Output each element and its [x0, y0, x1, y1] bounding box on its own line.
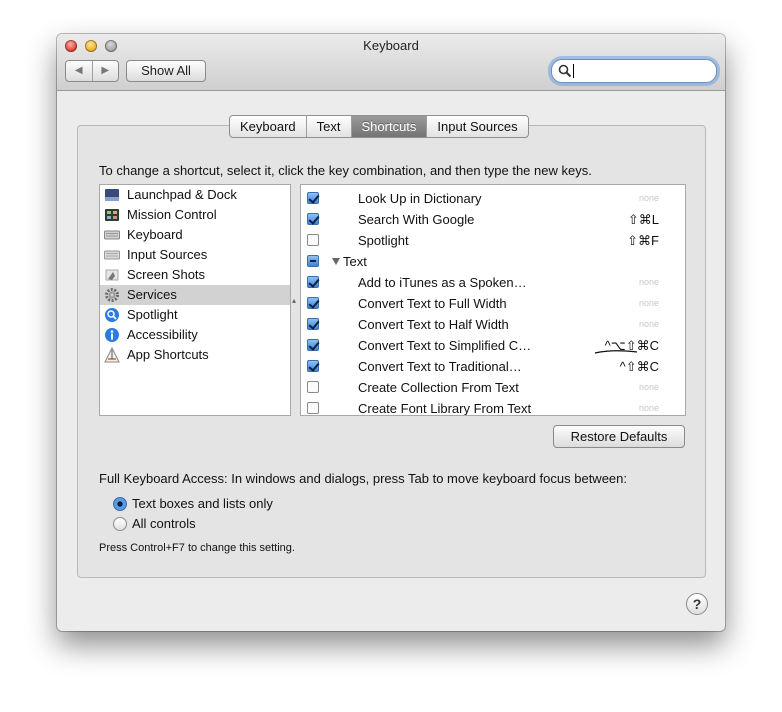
tab-input-sources[interactable]: Input Sources	[427, 116, 527, 137]
radio-text-boxes-lists[interactable]	[113, 497, 127, 511]
service-name: Add to iTunes as a Spoken…	[358, 275, 527, 290]
service-row[interactable]: Spotlight ⇧⌘F	[301, 230, 685, 251]
category-input-sources[interactable]: Input Sources	[100, 245, 290, 265]
category-label: Mission Control	[127, 207, 217, 222]
service-shortcut[interactable]: none	[639, 188, 659, 209]
search-icon	[558, 64, 572, 78]
service-name: Look Up in Dictionary	[358, 191, 482, 206]
show-all-button[interactable]: Show All	[126, 60, 206, 82]
category-label: Services	[127, 287, 177, 302]
category-screen-shots[interactable]: Screen Shots	[100, 265, 290, 285]
category-mission-control[interactable]: Mission Control	[100, 205, 290, 225]
category-label: Launchpad & Dock	[127, 187, 237, 202]
full-keyboard-access-label: Full Keyboard Access: In windows and dia…	[99, 471, 627, 486]
service-name: Search With Google	[358, 212, 475, 227]
restore-defaults-button[interactable]: Restore Defaults	[553, 425, 685, 448]
service-checkbox[interactable]	[307, 360, 319, 372]
back-forward-control: ◀ ▶	[65, 60, 119, 82]
service-shortcut[interactable]: none	[639, 377, 659, 398]
accessibility-icon	[105, 328, 119, 342]
service-checkbox[interactable]	[307, 213, 319, 225]
service-name: Convert Text to Simplified C…	[358, 338, 532, 353]
service-shortcut[interactable]: none	[639, 293, 659, 314]
help-button[interactable]: ?	[686, 593, 708, 615]
service-checkbox[interactable]	[307, 276, 319, 288]
category-spotlight[interactable]: Spotlight	[100, 305, 290, 325]
service-name: Convert Text to Half Width	[358, 317, 509, 332]
category-label: Accessibility	[127, 327, 198, 342]
service-row[interactable]: Add to iTunes as a Spoken… none	[301, 272, 685, 293]
group-checkbox[interactable]	[307, 255, 319, 267]
service-checkbox[interactable]	[307, 318, 319, 330]
service-shortcut[interactable]: none	[639, 272, 659, 293]
app-shortcuts-icon	[104, 347, 120, 363]
mission-control-icon	[105, 209, 119, 221]
title-bar: Keyboard ◀ ▶ Show All	[57, 34, 725, 91]
back-button[interactable]: ◀	[66, 61, 93, 81]
screenshot-icon	[105, 269, 119, 281]
service-shortcut[interactable]: none	[639, 398, 659, 415]
category-list: Launchpad & Dock Mission Control Keyboar…	[99, 184, 291, 416]
service-row[interactable]: Create Font Library From Text none	[301, 398, 685, 416]
category-keyboard[interactable]: Keyboard	[100, 225, 290, 245]
input-sources-icon	[104, 250, 120, 260]
keyboard-preferences-window: Keyboard ◀ ▶ Show All Keyboard Text Shor…	[57, 34, 725, 631]
service-group-row[interactable]: Text	[301, 251, 685, 272]
radio-label[interactable]: All controls	[132, 516, 196, 531]
tab-shortcuts[interactable]: Shortcuts	[351, 116, 428, 137]
service-name: Create Font Library From Text	[358, 401, 532, 416]
services-list: Look Up in Dictionary none Search With G…	[300, 184, 686, 416]
service-checkbox[interactable]	[307, 339, 319, 351]
window-title: Keyboard	[363, 38, 419, 53]
category-services[interactable]: Services	[100, 285, 290, 305]
service-row[interactable]: Convert Text to Half Width none	[301, 314, 685, 335]
service-checkbox[interactable]	[307, 297, 319, 309]
category-launchpad-dock[interactable]: Launchpad & Dock	[100, 185, 290, 205]
service-shortcut[interactable]: ^⇧⌘C	[620, 356, 659, 377]
service-row[interactable]: Convert Text to Traditional… ^⇧⌘C	[301, 356, 685, 377]
service-name: Convert Text to Traditional…	[358, 359, 522, 374]
radio-all-controls[interactable]	[113, 517, 127, 531]
group-name: Text	[343, 254, 367, 269]
service-shortcut[interactable]: ⇧⌘L	[628, 209, 659, 230]
service-row[interactable]: Create Collection From Text none	[301, 377, 685, 398]
category-accessibility[interactable]: Accessibility	[100, 325, 290, 345]
text-cursor	[573, 64, 574, 78]
spotlight-icon	[105, 308, 119, 322]
service-row[interactable]: Search With Google ⇧⌘L	[301, 209, 685, 230]
service-name: Create Collection From Text	[358, 380, 519, 395]
category-label: Input Sources	[127, 247, 208, 262]
category-label: Screen Shots	[127, 267, 206, 282]
category-label: Spotlight	[127, 307, 178, 322]
service-checkbox[interactable]	[307, 234, 319, 246]
service-checkbox[interactable]	[307, 381, 319, 393]
service-checkbox[interactable]	[307, 402, 319, 414]
service-row[interactable]: Look Up in Dictionary none	[301, 188, 685, 209]
split-view-handle[interactable]: ▴	[292, 296, 296, 305]
service-name: Convert Text to Full Width	[358, 296, 507, 311]
ink-underline-mark	[594, 350, 638, 354]
service-row[interactable]: Convert Text to Full Width none	[301, 293, 685, 314]
radio-label[interactable]: Text boxes and lists only	[132, 496, 273, 511]
category-label: Keyboard	[127, 227, 183, 242]
service-shortcut[interactable]: ⇧⌘F	[627, 230, 659, 251]
launchpad-icon	[105, 189, 119, 201]
service-shortcut[interactable]: none	[639, 314, 659, 335]
instruction-text: To change a shortcut, select it, click t…	[99, 163, 592, 178]
forward-button[interactable]: ▶	[93, 61, 119, 81]
tab-bar: Keyboard Text Shortcuts Input Sources	[229, 115, 529, 138]
keyboard-icon	[104, 230, 120, 240]
keyboard-access-note: Press Control+F7 to change this setting.	[99, 542, 295, 554]
category-app-shortcuts[interactable]: App Shortcuts	[100, 345, 290, 365]
disclosure-triangle-icon[interactable]	[332, 258, 340, 265]
gear-icon	[105, 288, 119, 302]
service-checkbox[interactable]	[307, 192, 319, 204]
tab-keyboard[interactable]: Keyboard	[230, 116, 307, 137]
tab-text[interactable]: Text	[307, 116, 352, 137]
category-label: App Shortcuts	[127, 347, 209, 362]
search-field[interactable]	[551, 59, 717, 83]
service-name: Spotlight	[358, 233, 409, 248]
